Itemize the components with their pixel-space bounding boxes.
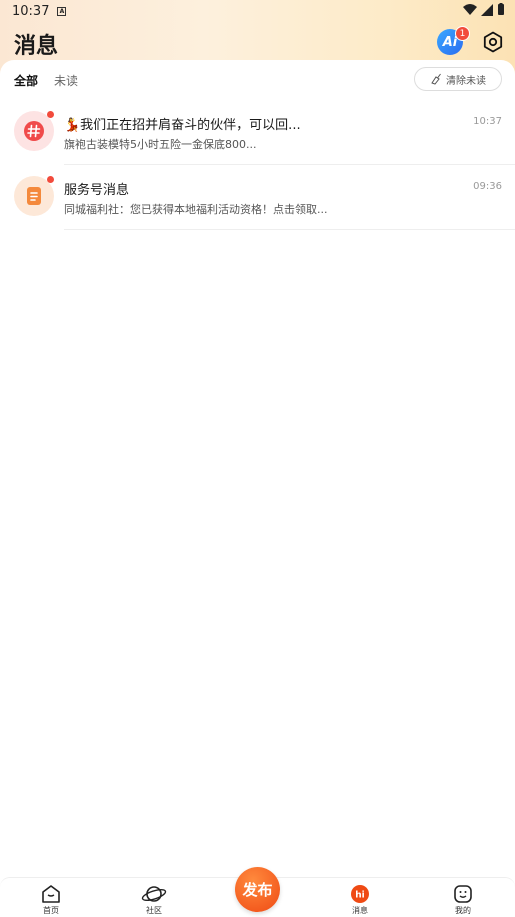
hi-chat-icon: hi bbox=[351, 885, 369, 903]
wifi-icon bbox=[463, 3, 477, 15]
nav-item-home[interactable]: 首页 bbox=[26, 884, 76, 914]
clear-unread-label: 清除未读 bbox=[446, 75, 486, 87]
nav-label-community: 社区 bbox=[146, 906, 162, 914]
message-preview: 旗袍古装模特5小时五险一金保底800... bbox=[64, 138, 257, 151]
message-time: 10:37 bbox=[473, 116, 502, 127]
svg-text:hi: hi bbox=[355, 891, 365, 901]
message-item-recruit[interactable]: 💃我们正在招并肩奋斗的伙伴，可以回... 旗袍古装模特5小时五险一金保底800.… bbox=[0, 100, 515, 165]
nav-label-profile: 我的 bbox=[455, 906, 471, 914]
clear-unread-button[interactable]: 清除未读 bbox=[414, 67, 502, 91]
page-title: 消息 bbox=[14, 34, 59, 59]
message-title: 服务号消息 bbox=[64, 183, 130, 198]
nav-item-messages[interactable]: hi 消息 bbox=[335, 884, 385, 914]
signal-icon bbox=[481, 3, 493, 16]
divider bbox=[64, 229, 515, 230]
document-icon bbox=[27, 187, 41, 205]
message-preview: 同城福利社：您已获得本地福利活动资格！点击领取... bbox=[64, 203, 328, 216]
unread-dot bbox=[47, 111, 54, 118]
nav-label-home: 首页 bbox=[43, 906, 59, 914]
message-item-service[interactable]: 服务号消息 同城福利社：您已获得本地福利活动资格！点击领取... 09:36 bbox=[0, 165, 515, 230]
status-time: 10:37 bbox=[12, 3, 50, 19]
tab-all[interactable]: 全部 bbox=[14, 72, 38, 89]
face-icon bbox=[454, 885, 472, 903]
settings-icon[interactable] bbox=[482, 31, 504, 53]
nav-item-community[interactable]: 社区 bbox=[129, 884, 179, 914]
planet-icon bbox=[141, 886, 167, 902]
home-icon bbox=[42, 885, 60, 903]
ai-badge: 1 bbox=[455, 26, 470, 41]
message-title: 💃我们正在招并肩奋斗的伙伴，可以回... bbox=[64, 118, 301, 133]
filter-tabs: 全部 未读 bbox=[14, 72, 78, 89]
nav-label-messages: 消息 bbox=[352, 906, 368, 914]
publish-button[interactable]: 发布 bbox=[235, 867, 280, 912]
battery-icon bbox=[498, 3, 504, 15]
tab-unread[interactable]: 未读 bbox=[54, 72, 78, 89]
broom-icon bbox=[431, 73, 441, 85]
status-icons bbox=[463, 3, 505, 16]
hashtag-icon bbox=[24, 121, 44, 141]
status-bar: 10:37 A bbox=[0, 0, 515, 22]
notification-icon: A bbox=[57, 6, 67, 16]
nav-item-profile[interactable]: 我的 bbox=[438, 884, 488, 914]
message-time: 09:36 bbox=[473, 181, 502, 192]
unread-dot bbox=[47, 176, 54, 183]
